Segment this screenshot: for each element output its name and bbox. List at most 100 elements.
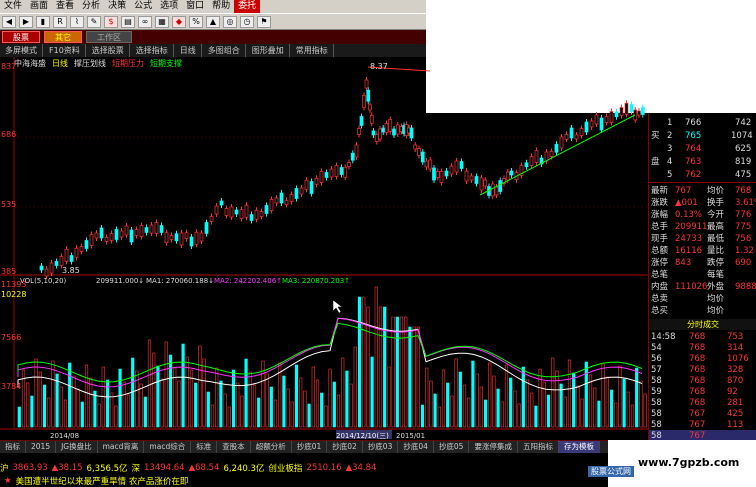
menu-view[interactable]: 查看 — [52, 0, 78, 13]
binoculars-icon[interactable]: ∞ — [138, 15, 152, 28]
volume-bar — [467, 397, 471, 428]
price-axis-label-bottom: 385 — [1, 267, 16, 276]
indicator-tab[interactable]: 指标 — [0, 441, 26, 453]
percent-icon[interactable]: % — [189, 15, 203, 28]
volume-bar — [303, 390, 307, 428]
candle — [179, 232, 184, 246]
candle — [343, 166, 348, 178]
volume-bar — [630, 404, 635, 428]
forward-icon[interactable]: ▶ — [19, 15, 33, 28]
select-indicator-button[interactable]: 选择指标 — [131, 44, 174, 57]
candle — [374, 134, 379, 142]
menu-view-screen[interactable]: 画面 — [26, 0, 52, 13]
chart-icon[interactable]: ⌇ — [70, 15, 84, 28]
tab-stocks[interactable]: 股票 — [2, 31, 40, 43]
globe-icon[interactable]: ◎ — [223, 15, 237, 28]
indicator-tab[interactable]: 存为模板 — [558, 441, 600, 453]
vol-header-ma2: MA2: 242202.406↑ — [214, 277, 282, 285]
clock-icon[interactable]: ◷ — [240, 15, 254, 28]
indicator-tab[interactable]: 2015 — [26, 441, 57, 453]
candle — [129, 229, 134, 243]
candle — [614, 111, 619, 118]
daily-button[interactable]: 日线 — [175, 44, 202, 57]
price-axis-label-3: 535 — [1, 200, 16, 209]
menu-decision[interactable]: 决策 — [104, 0, 130, 13]
candle — [490, 183, 495, 197]
indicator-tab[interactable]: 标准 — [191, 441, 218, 453]
stat-row: 涨幅 0.13% 今开 776 — [651, 210, 752, 220]
volume-bar — [80, 401, 84, 428]
volume-bar — [496, 388, 500, 428]
menu-options[interactable]: 选项 — [156, 0, 182, 13]
indicator-tab[interactable]: macd背离 — [98, 441, 145, 453]
volume-bar — [320, 392, 324, 428]
volume-bar — [160, 378, 164, 428]
menu-file[interactable]: 文件 — [0, 0, 26, 13]
candle — [368, 104, 372, 111]
market-tabs: 股票 其它 工作区 — [0, 30, 430, 44]
candle — [104, 237, 109, 242]
indicator-tab[interactable]: 抄底02 — [327, 441, 363, 453]
volume-bar — [265, 373, 269, 428]
volume-bar — [156, 365, 160, 428]
grid-icon[interactable]: ▦ — [155, 15, 169, 28]
bar-icon[interactable]: ▮ — [36, 15, 50, 28]
menu-window[interactable]: 窗口 — [182, 0, 208, 13]
index-ticker: 沪 3863.93 ▲38.15 6,356.5亿 深 13494.64 ▲68… — [0, 461, 608, 474]
menu-formula[interactable]: 公式 — [130, 0, 156, 13]
book-icon[interactable]: ▤ — [121, 15, 135, 28]
menu-analysis[interactable]: 分析 — [78, 0, 104, 13]
volume-bar — [500, 401, 504, 428]
indicator-tab[interactable]: 五阳指标 — [518, 441, 559, 453]
volume-bar — [126, 394, 131, 428]
candle — [357, 128, 361, 135]
indicator-tab[interactable]: 抄底03 — [363, 441, 399, 453]
vol-axis-label-top: 11393 — [1, 280, 26, 289]
select-stock-button[interactable]: 选择股票 — [87, 44, 130, 57]
stock-icon[interactable]: ▲ — [206, 15, 220, 28]
indicator-tab[interactable]: 要涨停集成 — [469, 441, 518, 453]
volume-bar — [97, 403, 101, 428]
indicator-tab[interactable]: 抄底01 — [292, 441, 328, 453]
menu-trade[interactable]: 委托 — [234, 0, 261, 13]
multi-chart-button[interactable]: 多图组合 — [203, 44, 246, 57]
menu-bar: 文件 画面 查看 分析 决策 公式 选项 窗口 帮助 委托 — [0, 0, 430, 13]
candle — [269, 199, 274, 211]
indicator-tab[interactable]: macd综合 — [144, 441, 192, 453]
kline-chart[interactable]: 837 686 535 385 8.37 3.85 VOL(5,10,20) 2… — [0, 57, 648, 440]
back-icon[interactable]: ◀ — [2, 15, 16, 28]
f10-button[interactable]: F10资料 — [44, 44, 86, 57]
volume-bar — [462, 384, 467, 428]
candle — [459, 161, 464, 169]
news-text[interactable]: 美国遭半世纪以来最严重旱情 农产品涨价在即 — [16, 475, 189, 487]
overlay-button[interactable]: 图形叠加 — [247, 44, 290, 57]
multi-screen-button[interactable]: 多屏模式 — [0, 44, 43, 57]
sell-row: 盘 4 763 819 — [651, 157, 752, 167]
candle — [428, 159, 433, 170]
candle — [449, 165, 454, 175]
candle — [289, 194, 294, 202]
indicator-tab[interactable]: 抄底05 — [434, 441, 470, 453]
pin-icon[interactable]: ⚑ — [257, 15, 271, 28]
indicator-tab[interactable]: 抄底04 — [398, 441, 434, 453]
candle — [194, 231, 199, 245]
volume-bar — [387, 366, 391, 428]
common-indicator-button[interactable]: 常用指标 — [291, 44, 334, 57]
tab-workspace[interactable]: 工作区 — [86, 31, 132, 43]
volume-bar — [168, 354, 173, 428]
diamond-icon[interactable]: ◆ — [172, 15, 186, 28]
indicator-tab[interactable]: 查股本 — [217, 441, 251, 453]
tab-other[interactable]: 其它 — [44, 31, 82, 43]
candle — [304, 179, 309, 190]
indicator-tab[interactable]: JG换盘比 — [56, 441, 98, 453]
candle — [589, 120, 594, 128]
low-price-label: 3.85 — [62, 266, 80, 275]
dollar-icon[interactable]: $ — [104, 15, 118, 28]
quote-panel: 1 766 742 买 2 765 1074 3 764 625 盘 4 763 819 5 762 4… — [648, 113, 756, 442]
indicator-tab[interactable]: 超额分析 — [251, 441, 292, 453]
volume-bar — [315, 379, 320, 428]
rsi-icon[interactable]: R — [53, 15, 67, 28]
candle — [44, 268, 49, 277]
menu-help[interactable]: 帮助 — [208, 0, 234, 13]
pen-icon[interactable]: ✎ — [87, 15, 101, 28]
